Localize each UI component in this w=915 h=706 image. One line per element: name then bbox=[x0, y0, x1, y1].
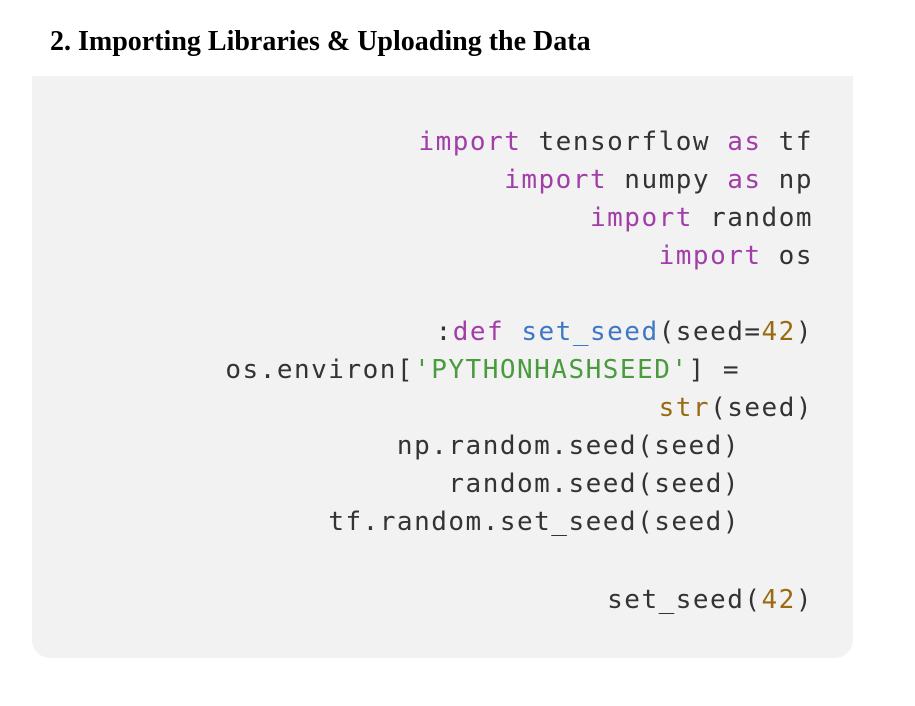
code-text: tensorflow bbox=[521, 127, 728, 157]
code-line-tf-set-seed: tf.random.set_seed(seed) bbox=[328, 503, 740, 541]
code-line-import-tensorflow: import tensorflow as tf bbox=[418, 123, 813, 161]
code-text: set_seed( bbox=[607, 585, 762, 615]
code-line-import-numpy: import numpy as np bbox=[504, 161, 813, 199]
code-text: ] = bbox=[688, 355, 740, 385]
code-block: import tensorflow as tf import numpy as … bbox=[32, 76, 853, 658]
code-line-np-random-seed: np.random.seed(seed) bbox=[397, 427, 740, 465]
number-literal: 42 bbox=[761, 317, 796, 347]
code-line-str-seed: str(seed) bbox=[659, 389, 813, 427]
code-text: np.random.seed(seed) bbox=[396, 431, 740, 461]
code-line-import-random: import random bbox=[590, 199, 813, 237]
builtin-name: str bbox=[658, 393, 711, 423]
code-text: numpy bbox=[607, 165, 728, 195]
keyword: import bbox=[418, 127, 522, 157]
code-text: random.seed(seed) bbox=[448, 469, 740, 499]
code-line-import-os: import os bbox=[659, 237, 813, 275]
code-line-random-seed: random.seed(seed) bbox=[448, 465, 740, 503]
code-text: os bbox=[761, 241, 813, 271]
code-text: np bbox=[761, 165, 813, 195]
code-text: os.environ[ bbox=[225, 355, 415, 385]
code-text: tf.random.set_seed(seed) bbox=[328, 507, 740, 537]
code-text: random bbox=[692, 203, 813, 233]
number-literal: 42 bbox=[761, 585, 796, 615]
keyword: as bbox=[727, 165, 762, 195]
string-literal: 'PYTHONHASHSEED' bbox=[414, 355, 689, 385]
code-text: (seed) bbox=[710, 393, 813, 423]
keyword: import bbox=[590, 203, 693, 233]
keyword: import bbox=[658, 241, 762, 271]
keyword: import bbox=[504, 165, 608, 195]
code-text: ) bbox=[795, 585, 813, 615]
code-text: (seed= bbox=[658, 317, 762, 347]
keyword: def bbox=[452, 317, 505, 347]
code-text: ) bbox=[795, 317, 813, 347]
function-name: set_seed bbox=[521, 317, 659, 347]
code-line-os-environ: os.environ['PYTHONHASHSEED'] = bbox=[225, 351, 740, 389]
code-text: : bbox=[435, 317, 453, 347]
code-line-set-seed-call: set_seed(42) bbox=[607, 581, 813, 619]
section-heading: 2. Importing Libraries & Uploading the D… bbox=[50, 26, 591, 57]
keyword: as bbox=[727, 127, 762, 157]
code-text: tf bbox=[761, 127, 813, 157]
code-line-def-set-seed: :def set_seed(seed=42) bbox=[436, 313, 813, 351]
